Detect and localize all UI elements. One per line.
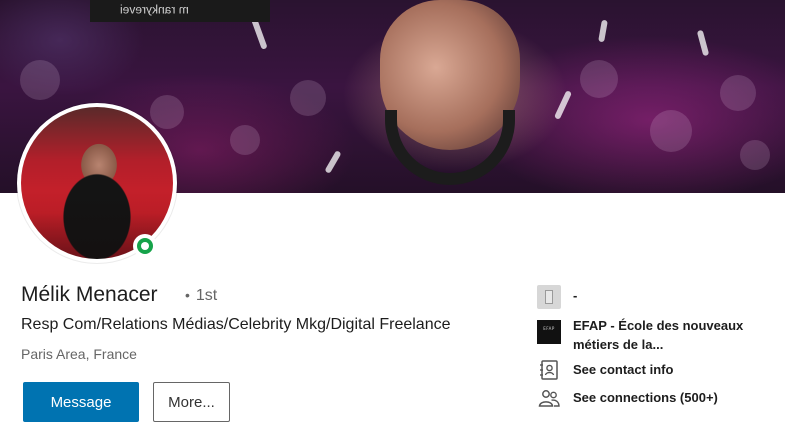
camera-banner: ᴉǝʌǝɹʎʞuɐɹ ɯ (90, 0, 270, 22)
online-status-badge (133, 234, 157, 258)
see-connections-link[interactable]: See connections (500+) (573, 390, 718, 405)
education-line-2[interactable]: métiers de la... (573, 337, 663, 352)
online-dot-icon (137, 238, 153, 254)
profile-headline: Resp Com/Relations Médias/Celebrity Mkg/… (21, 316, 451, 333)
degree-label: 1st (195, 287, 218, 304)
school-logo[interactable]: EFAP (537, 320, 561, 344)
see-contact-info-link[interactable]: See contact info (573, 362, 673, 377)
more-button[interactable]: More... (153, 382, 230, 422)
school-logo-text: EFAP (543, 326, 555, 331)
contact-card-icon (540, 360, 558, 380)
message-button[interactable]: Message (23, 382, 139, 422)
company-placeholder-icon (537, 285, 561, 309)
profile-location: Paris Area, France (21, 346, 137, 362)
connections-people-icon (538, 390, 560, 407)
education-line-1[interactable]: EFAP - École des nouveaux (573, 318, 743, 333)
connection-degree: • 1st (185, 287, 217, 305)
headphones (385, 110, 515, 185)
bullet-icon: • (185, 287, 190, 303)
profile-name: Mélik Menacer (21, 283, 158, 306)
current-company[interactable]: - (573, 288, 577, 303)
